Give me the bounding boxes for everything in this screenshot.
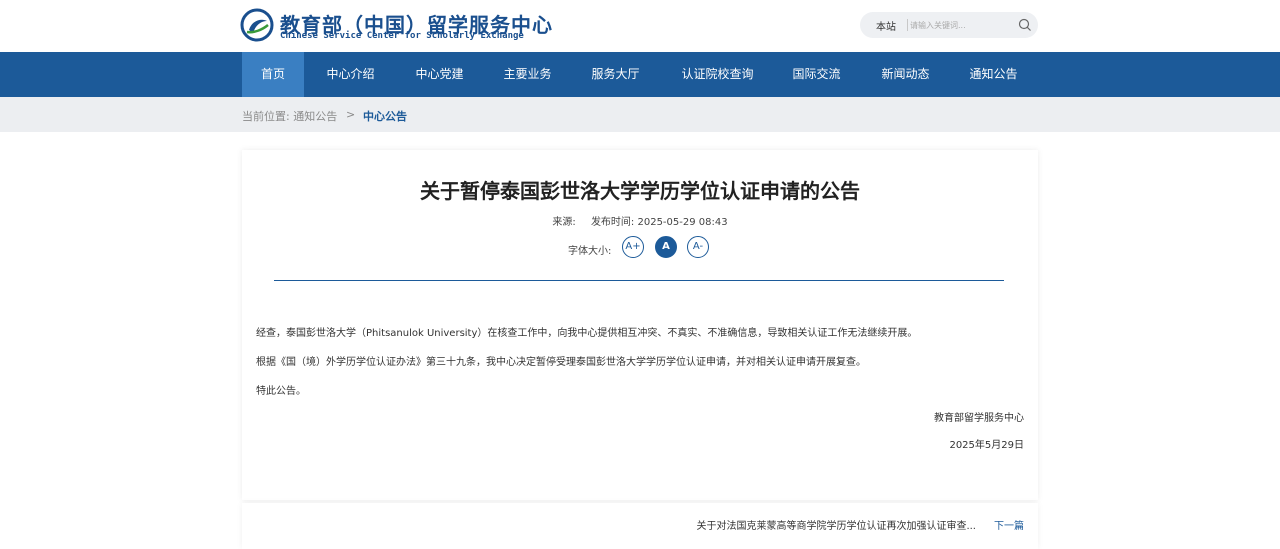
nav-item-home[interactable]: 首页: [242, 52, 304, 97]
font-size-controls: 字体大小: A+ A A-: [242, 236, 1038, 260]
nav-item-international[interactable]: 国际交流: [779, 52, 854, 97]
article-signature: 教育部留学服务中心: [934, 413, 1024, 424]
article-paragraph: 根据《国（境）外学历学位认证办法》第三十九条，我中心决定暂停受理泰国彭世洛大学学…: [256, 357, 866, 368]
nav-item-notices[interactable]: 通知公告: [956, 52, 1031, 97]
article-published: 发布时间: 2025-05-29 08:43: [590, 217, 728, 228]
emblem-icon: [240, 8, 274, 42]
article-source: 来源:: [552, 217, 576, 228]
nav-item-business[interactable]: 主要业务: [490, 52, 565, 97]
next-article-button[interactable]: 下一篇: [994, 517, 1024, 532]
search-divider: [907, 19, 908, 31]
article-card: 关于暂停泰国彭世洛大学学历学位认证申请的公告 来源: 发布时间: 2025-05…: [242, 150, 1038, 500]
nav-item-service-hall[interactable]: 服务大厅: [578, 52, 653, 97]
font-size-label: 字体大小:: [568, 246, 612, 257]
breadcrumb: 当前位置: 通知公告 > 中心公告: [0, 97, 1280, 132]
logo-english-name: Chinese Service Center for Scholarly Exc…: [280, 31, 524, 41]
article-paragraph: 特此公告。: [256, 386, 306, 397]
article-date: 2025年5月29日: [949, 440, 1024, 451]
breadcrumb-current[interactable]: 中心公告: [363, 108, 407, 124]
nav-item-about[interactable]: 中心介绍: [313, 52, 388, 97]
breadcrumb-parent[interactable]: 当前位置: 通知公告: [242, 108, 337, 124]
article-title: 关于暂停泰国彭世洛大学学历学位认证申请的公告: [420, 179, 860, 203]
font-increase-button[interactable]: A+: [622, 236, 644, 258]
search-icon[interactable]: [1018, 18, 1032, 32]
main-nav: 首页 中心介绍 中心党建 主要业务 服务大厅 认证院校查询 国际交流 新闻动态 …: [0, 52, 1280, 97]
top-header: 教育部（中国）留学服务中心 Chinese Service Center for…: [0, 0, 1280, 52]
article-paragraph: 经查，泰国彭世洛大学（Phitsanulok University）在核查工作中…: [256, 328, 918, 339]
nav-item-party[interactable]: 中心党建: [402, 52, 477, 97]
breadcrumb-separator: >: [346, 108, 356, 121]
site-logo[interactable]: 教育部（中国）留学服务中心 Chinese Service Center for…: [240, 7, 552, 45]
font-decrease-button[interactable]: A-: [687, 236, 709, 258]
next-article-link[interactable]: 关于对法国克莱蒙高等商学院学历学位认证再次加强认证审查...: [696, 517, 976, 532]
search-input[interactable]: [910, 16, 1010, 34]
search-scope[interactable]: 本站: [876, 18, 896, 33]
nav-item-news[interactable]: 新闻动态: [868, 52, 943, 97]
article-pager: 关于对法国克莱蒙高等商学院学历学位认证再次加强认证审查... 下一篇: [242, 503, 1038, 549]
font-default-button[interactable]: A: [655, 236, 677, 258]
article-meta: 来源: 发布时间: 2025-05-29 08:43: [242, 213, 1038, 228]
title-divider: [274, 280, 1004, 281]
search-box: 本站: [860, 12, 1038, 38]
nav-item-school-query[interactable]: 认证院校查询: [670, 52, 765, 97]
